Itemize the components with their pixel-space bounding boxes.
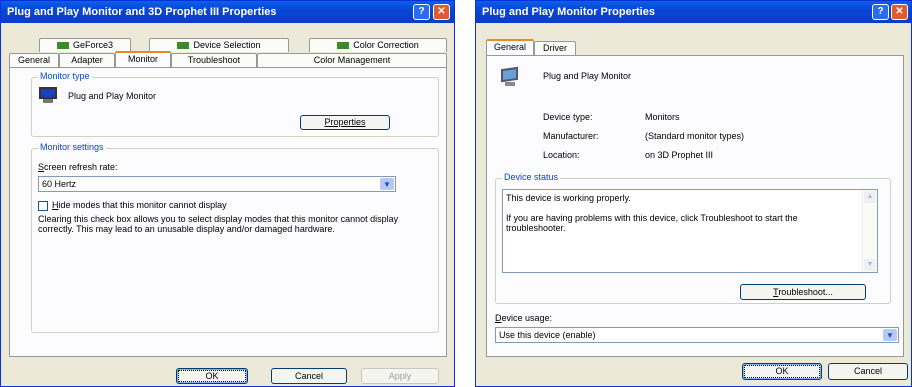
chevron-down-icon[interactable]: ▼ <box>380 178 394 190</box>
scrollbar[interactable]: ▲ ▼ <box>862 190 877 272</box>
status-line: If you are having problems with this dev… <box>506 213 798 233</box>
monitor-icon <box>499 66 521 88</box>
title-bar[interactable]: Plug and Play Monitor Properties ? ✕ <box>476 1 911 23</box>
tab-adapter[interactable]: Adapter <box>59 53 115 67</box>
monitor-tab-panel: Monitor type Plug and Play Monitor Prope… <box>9 67 447 357</box>
group-label: Device status <box>502 172 561 182</box>
tab-driver[interactable]: Driver <box>534 41 576 55</box>
window-title: Plug and Play Monitor Properties <box>482 6 655 18</box>
help-icon[interactable]: ? <box>413 4 430 20</box>
tab-row: General Driver <box>486 39 586 55</box>
cancel-button[interactable]: Cancel <box>828 363 908 380</box>
status-line: This device is working properly. <box>506 193 631 203</box>
ok-button[interactable]: OK <box>176 368 248 384</box>
tab-label: Device Selection <box>193 40 261 50</box>
tab-geforce3[interactable]: GeForce3 <box>39 38 131 52</box>
window-title: Plug and Play Monitor and 3D Prophet III… <box>7 6 277 18</box>
scroll-up-icon[interactable]: ▲ <box>864 191 876 203</box>
device-usage-select[interactable]: Use this device (enable) ▼ <box>495 327 899 343</box>
troubleshoot-button[interactable]: Troubleshoot... <box>740 284 866 300</box>
nvidia-icon <box>56 42 69 50</box>
tab-general[interactable]: General <box>9 53 59 67</box>
nvidia-icon <box>177 42 190 50</box>
hide-modes-label[interactable]: Hide modes that this monitor cannot disp… <box>52 200 227 210</box>
button-label: Properties <box>324 117 366 127</box>
location-label: Location: <box>543 150 580 160</box>
monitor-name: Plug and Play Monitor <box>68 91 157 101</box>
device-status-group: Device status This device is working pro… <box>495 172 891 304</box>
close-icon[interactable]: ✕ <box>433 4 450 20</box>
tab-row-bottom: General Adapter Monitor Troubleshoot Col… <box>9 51 449 67</box>
group-label: Monitor settings <box>38 142 106 152</box>
ok-button[interactable]: OK <box>742 363 822 380</box>
help-icon[interactable]: ? <box>872 4 889 20</box>
group-label: Monitor type <box>38 71 92 81</box>
refresh-rate-label: Screen refresh rate: <box>38 162 118 172</box>
tab-monitor[interactable]: Monitor <box>115 51 171 67</box>
cancel-button[interactable]: Cancel <box>271 368 347 384</box>
close-icon[interactable]: ✕ <box>891 4 908 20</box>
manufacturer-label: Manufacturer: <box>543 131 599 141</box>
select-value: 60 Hertz <box>42 179 77 189</box>
refresh-rate-select[interactable]: 60 Hertz ▼ <box>38 176 396 192</box>
device-type-value: Monitors <box>645 112 680 122</box>
chevron-down-icon[interactable]: ▼ <box>883 329 897 341</box>
monitor-properties-window: Plug and Play Monitor and 3D Prophet III… <box>0 0 455 387</box>
nvidia-icon <box>337 42 350 50</box>
monitor-icon <box>38 87 58 104</box>
warning-description: Clearing this check box allows you to se… <box>38 214 399 234</box>
device-properties-window: Plug and Play Monitor Properties ? ✕ Gen… <box>475 0 912 387</box>
tab-label: Color Correction <box>353 40 419 50</box>
device-name: Plug and Play Monitor <box>543 71 632 81</box>
monitor-settings-group: Monitor settings Screen refresh rate: 60… <box>31 142 439 333</box>
tab-color-correction[interactable]: Color Correction <box>309 38 447 52</box>
tab-device-selection[interactable]: Device Selection <box>149 38 289 52</box>
properties-button[interactable]: Properties <box>300 115 390 130</box>
general-tab-panel: Plug and Play Monitor Device type: Monit… <box>486 55 904 357</box>
tab-troubleshoot[interactable]: Troubleshoot <box>171 53 257 67</box>
scroll-down-icon[interactable]: ▼ <box>864 259 876 271</box>
tab-label: GeForce3 <box>72 40 114 50</box>
select-value: Use this device (enable) <box>499 330 596 340</box>
hide-modes-checkbox[interactable] <box>38 201 48 211</box>
device-type-label: Device type: <box>543 112 593 122</box>
device-status-textbox[interactable]: This device is working properly. If you … <box>502 189 878 273</box>
device-usage-label: Device usage: <box>495 313 553 323</box>
location-value: on 3D Prophet III <box>645 150 714 160</box>
tab-row-top: GeForce3 Device Selection Color Correcti… <box>9 38 449 52</box>
apply-button[interactable]: Apply <box>361 368 439 384</box>
tab-color-management[interactable]: Color Management <box>257 53 447 67</box>
manufacturer-value: (Standard monitor types) <box>645 131 745 141</box>
tab-general[interactable]: General <box>486 39 534 55</box>
monitor-type-group: Monitor type Plug and Play Monitor Prope… <box>31 71 439 137</box>
title-bar[interactable]: Plug and Play Monitor and 3D Prophet III… <box>1 1 454 23</box>
